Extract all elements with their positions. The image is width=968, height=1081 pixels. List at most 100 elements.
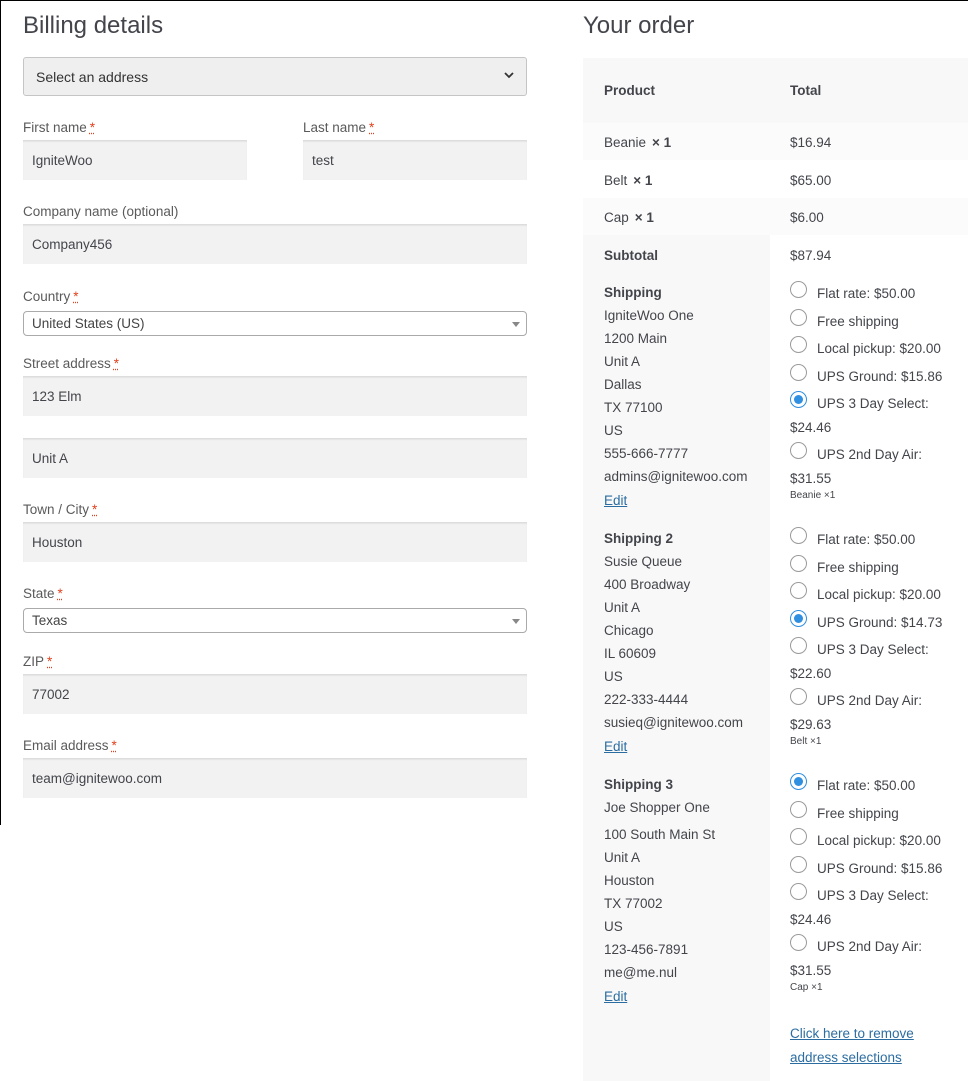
shipping-method-label[interactable]: Free shipping [817,560,899,575]
first-name-label: First name * [23,120,96,135]
shipping-method-price: $22.60 [790,665,832,681]
shipping-package-title: Shipping [604,285,662,300]
shipping-method-radio[interactable] [790,934,807,951]
edit-address-link[interactable]: Edit [604,739,627,754]
shipping-address-line: 555-666-7777 [604,446,689,461]
shipping-method-label[interactable]: UPS 2nd Day Air: [817,939,922,954]
shipping-method-label[interactable]: UPS 3 Day Select: [817,888,929,903]
shipping-address-line: Dallas [604,377,642,392]
subtotal-value: $87.94 [790,248,832,263]
shipping-method-label[interactable]: Local pickup: $20.00 [817,587,941,602]
shipping-method-radio[interactable] [790,688,807,705]
shipping-address-line: susieq@ignitewoo.com [604,715,744,730]
chevron-down-icon [504,72,514,79]
line-item-total: $16.94 [790,135,832,150]
shipping-method-radio[interactable] [790,855,807,873]
shipping-address-line: 123-456-7891 [604,942,689,957]
address-select[interactable]: Select an address [23,57,527,96]
shipping-address-line: Joe Shopper One [604,800,710,815]
shipping-method-price: $31.55 [790,470,832,486]
country-select[interactable]: United States (US) [23,311,527,336]
edit-address-link[interactable]: Edit [604,989,627,1004]
edit-address-link[interactable]: Edit [604,493,627,508]
shipping-method-label[interactable]: UPS Ground: $15.86 [817,369,942,384]
billing-title: Billing details [23,12,164,39]
shipping-method-label[interactable]: UPS Ground: $15.86 [817,861,942,876]
shipping-address-line: Unit A [604,600,641,615]
remove-address-selections-link-line2[interactable]: address selections [790,1050,902,1065]
street-address-2-field[interactable]: Unit A [23,438,527,478]
last-name-field[interactable]: test [303,140,527,180]
shipping-method-radio[interactable] [790,828,807,845]
shipping-method-label[interactable]: Flat rate: $50.00 [817,286,915,301]
state-select-value: Texas [32,613,68,628]
shipping-method-radio[interactable] [790,609,807,627]
shipping-method-radio[interactable] [790,363,807,381]
first-name-field[interactable]: IgniteWoo [23,140,247,180]
country-label: Country * [23,289,79,304]
shipping-method-label[interactable]: UPS 3 Day Select: [817,642,929,657]
company-label: Company name (optional) [23,204,179,219]
shipping-address-line: 100 South Main St [604,827,716,842]
package-contents-note: Beanie ×1 [790,490,836,501]
line-item-name: Cap × 1 [604,210,654,225]
line-item-name: Belt × 1 [604,173,653,188]
shipping-method-label[interactable]: UPS 2nd Day Air: [817,447,922,462]
shipping-method-radio[interactable] [790,582,807,599]
shipping-method-radio[interactable] [790,308,807,326]
shipping-method-label[interactable]: UPS Ground: $14.73 [817,615,942,630]
shipping-method-label[interactable]: Free shipping [817,314,899,329]
address-select-value: Select an address [36,69,149,85]
email-label: Email address * [23,738,117,753]
shipping-address-line: Unit A [604,850,641,865]
remove-address-selections-link[interactable]: Click here to remove [790,1026,914,1041]
city-label: Town / City * [23,502,98,517]
country-select-value: United States (US) [32,316,145,331]
email-field[interactable]: team@ignitewoo.com [23,758,527,798]
shipping-package-title: Shipping 3 [604,777,673,792]
shipping-address-line: US [604,423,623,438]
package-contents-note: Cap ×1 [790,982,823,993]
order-title: Your order [583,12,695,39]
shipping-method-label[interactable]: Local pickup: $20.00 [817,833,941,848]
state-label: State * [23,586,63,601]
shipping-method-price: $29.63 [790,716,832,732]
shipping-method-radio[interactable] [790,637,807,654]
shipping-method-radio[interactable] [790,442,807,459]
shipping-address-line: admins@ignitewoo.com [604,469,748,484]
shipping-method-label[interactable]: UPS 2nd Day Air: [817,693,922,708]
shipping-address-line: me@me.nul [604,965,677,980]
shipping-address-line: Houston [604,873,655,888]
shipping-address-line: TX 77100 [604,400,663,415]
street-address-field[interactable]: 123 Elm [23,376,527,416]
page-top-border [0,0,968,1]
shipping-method-radio[interactable] [790,527,807,544]
shipping-method-label[interactable]: Local pickup: $20.00 [817,341,941,356]
subtotal-label: Subtotal [604,248,658,263]
total-column-header: Total [790,83,822,98]
shipping-method-label[interactable]: UPS 3 Day Select: [817,396,929,411]
shipping-address-line: 1200 Main [604,331,668,346]
shipping-method-radio[interactable] [790,281,807,298]
company-field[interactable]: Company456 [23,224,527,264]
city-field[interactable]: Houston [23,522,527,562]
shipping-method-price: $24.46 [790,419,832,435]
zip-field[interactable]: 77002 [23,674,527,714]
shipping-method-radio[interactable] [790,800,807,818]
shipping-method-radio[interactable] [790,773,807,790]
state-select[interactable]: Texas [23,608,527,633]
shipping-address-line: 400 Broadway [604,577,691,592]
shipping-method-radio[interactable] [790,391,807,408]
shipping-address-line: US [604,919,623,934]
shipping-method-label[interactable]: Flat rate: $50.00 [817,532,915,547]
shipping-address-line: Susie Queue [604,554,683,569]
line-item-name: Beanie × 1 [604,135,672,150]
shipping-method-label[interactable]: Free shipping [817,806,899,821]
shipping-method-radio[interactable] [790,336,807,353]
line-item-total: $65.00 [790,173,832,188]
shipping-method-label[interactable]: Flat rate: $50.00 [817,778,915,793]
dropdown-arrow-icon [512,322,520,327]
product-column-header: Product [604,83,656,98]
shipping-method-radio[interactable] [790,554,807,572]
shipping-method-radio[interactable] [790,883,807,900]
